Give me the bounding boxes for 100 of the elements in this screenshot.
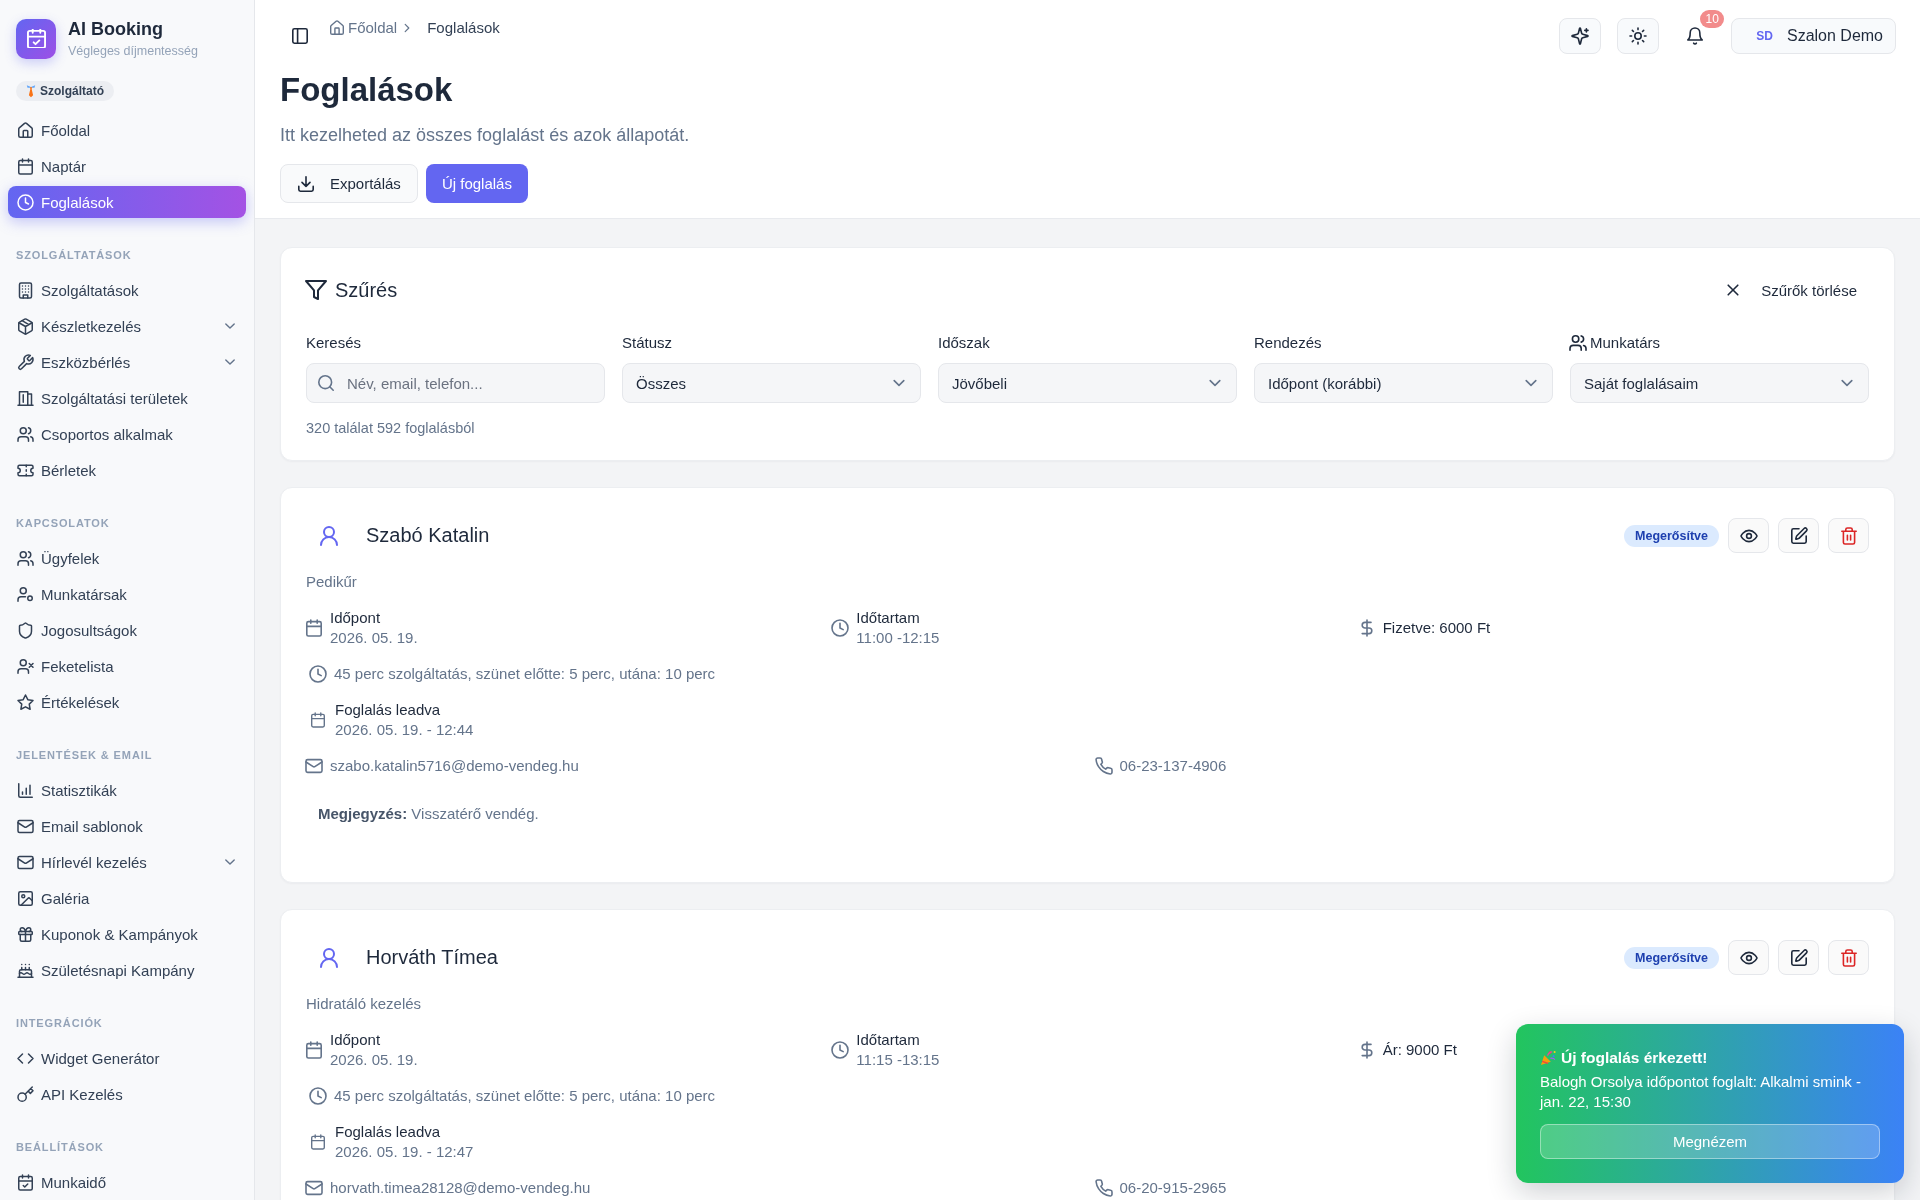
- nav-item[interactable]: Hírlevél kezelés: [8, 846, 246, 878]
- nav-item[interactable]: Értékelések: [8, 686, 246, 718]
- filter-icon: [306, 280, 326, 300]
- new-booking-button[interactable]: Új foglalás: [425, 164, 528, 203]
- select-field[interactable]: Időpont (korábbi): [1254, 363, 1553, 403]
- info-value: 11:00 -12:15: [856, 628, 940, 648]
- edit-button[interactable]: [1778, 940, 1819, 975]
- breadcrumb-link[interactable]: Főoldal: [330, 18, 398, 38]
- info-value: 2026. 05. 19. - 12:47: [335, 1142, 474, 1162]
- nav-item[interactable]: Csoportos alkalmak: [8, 418, 246, 450]
- delete-button[interactable]: [1828, 518, 1869, 553]
- nav-item[interactable]: Ügyfelek: [8, 542, 246, 574]
- nav-item[interactable]: Eszközbérlés: [8, 346, 246, 378]
- edit-icon: [1790, 527, 1807, 544]
- filter-title: Szűrés: [335, 278, 398, 302]
- close-icon: [1725, 282, 1742, 298]
- info-value: 2026. 05. 19.: [330, 628, 418, 648]
- users-icon: [18, 550, 33, 566]
- info-label: Időtartam: [856, 608, 921, 628]
- sun-icon: [1630, 28, 1647, 44]
- clock-icon: [832, 620, 849, 636]
- booking-note: Megjegyzés: Visszatérő vendég.: [317, 804, 540, 824]
- service-name: Pedikűr: [306, 572, 358, 592]
- clock-icon: [18, 194, 33, 210]
- export-button[interactable]: Exportálás: [280, 164, 418, 203]
- nav-item[interactable]: Főoldal: [8, 114, 246, 146]
- role-label: Szolgáltató: [40, 84, 104, 98]
- view-button[interactable]: [1728, 940, 1769, 975]
- customer-name: Szabó Katalin: [366, 524, 490, 547]
- info-label: Időpont: [330, 1030, 382, 1050]
- trash-icon: [1840, 949, 1857, 966]
- delete-button[interactable]: [1828, 940, 1869, 975]
- home-icon: [18, 122, 33, 138]
- service-name: Hidratáló kezelés: [306, 994, 423, 1014]
- dollar-icon: [1358, 620, 1375, 636]
- field-label: Keresés: [306, 333, 362, 353]
- nav-item[interactable]: Szolgáltatási területek: [8, 382, 246, 414]
- nav-item[interactable]: Galéria: [8, 882, 246, 914]
- shield-icon: [18, 622, 33, 638]
- timing-note: 45 perc szolgáltatás, szünet előtte: 5 perc, utána: 10 perc: [334, 1086, 716, 1106]
- page-title: Foglalások: [280, 70, 454, 110]
- nav-item[interactable]: Feketelista: [8, 650, 246, 682]
- home-icon: [330, 21, 344, 35]
- edit-button[interactable]: [1778, 518, 1819, 553]
- nav-item[interactable]: Statisztikák: [8, 774, 246, 806]
- select-field[interactable]: Saját foglalásaim: [1570, 363, 1869, 403]
- gift-icon: [18, 926, 33, 942]
- download-icon: [298, 175, 314, 192]
- section-heading: INTEGRÁCIÓK: [15, 1016, 104, 1031]
- bell-icon: [1687, 28, 1704, 44]
- user-x-icon: [18, 658, 33, 674]
- nav-item[interactable]: Email sablonok: [8, 810, 246, 842]
- eye-icon: [1740, 949, 1757, 966]
- nav-item[interactable]: Foglalások: [8, 186, 246, 218]
- building-icon: [18, 282, 33, 298]
- dollar-icon: [1358, 1042, 1375, 1058]
- nav-item[interactable]: Készletkezelés: [8, 310, 246, 342]
- package-icon: [18, 318, 33, 334]
- nav-item[interactable]: API Kezelés: [8, 1078, 246, 1110]
- nav-item[interactable]: Naptár: [8, 150, 246, 182]
- panel-icon: [292, 28, 308, 44]
- nav-item[interactable]: Bérletek: [8, 454, 246, 486]
- user-ring-icon: [18, 586, 33, 602]
- cake-icon: [18, 962, 33, 978]
- price: Fizetve: 6000 Ft: [1382, 618, 1491, 638]
- info-label: Foglalás leadva: [335, 700, 442, 720]
- party-popper-icon: [1540, 1050, 1556, 1066]
- calendar-check-icon: [16, 18, 56, 59]
- search-field[interactable]: Név, email, telefon...: [306, 363, 605, 403]
- nav-item[interactable]: Kuponok & Kampányok: [8, 918, 246, 950]
- timing-note: 45 perc szolgáltatás, szünet előtte: 5 perc, utána: 10 perc: [334, 664, 716, 684]
- status-badge: Megerősítve: [1624, 946, 1719, 969]
- nav-item[interactable]: Munkaidő: [8, 1166, 246, 1198]
- view-button[interactable]: [1728, 518, 1769, 553]
- calendar-check-icon: [18, 1174, 33, 1190]
- nav-item[interactable]: Születésnapi Kampány: [8, 954, 246, 986]
- field-label: Munkatárs: [1590, 333, 1661, 353]
- nav-item[interactable]: Widget Generátor: [8, 1042, 246, 1074]
- sparkles-button[interactable]: [1559, 18, 1602, 54]
- nav-item[interactable]: Szolgáltatások: [8, 274, 246, 306]
- section-heading: KAPCSOLATOK: [15, 516, 111, 531]
- door-icon: [18, 390, 33, 406]
- status-badge: Megerősítve: [1624, 524, 1719, 547]
- nav-item[interactable]: Jogosultságok: [8, 614, 246, 646]
- select-field[interactable]: Összes: [622, 363, 921, 403]
- clock-icon: [310, 666, 326, 682]
- select-field[interactable]: Jövőbeli: [938, 363, 1237, 403]
- image-icon: [18, 890, 33, 906]
- key-icon: [18, 1086, 33, 1102]
- theme-toggle-button[interactable]: [1617, 18, 1660, 54]
- sparkles-icon: [1572, 28, 1589, 44]
- customer-name: Horváth Tímea: [366, 946, 498, 969]
- page-subtitle: Itt kezelheted az összes foglalást és azok állapotát.: [280, 124, 691, 147]
- nav-item[interactable]: Munkatársak: [8, 578, 246, 610]
- clear-filters-button[interactable]: Szűrők törlése: [1713, 273, 1869, 307]
- info-value: 2026. 05. 19. - 12:44: [335, 720, 474, 740]
- price: Ár: 9000 Ft: [1382, 1040, 1457, 1060]
- calendar-icon: [306, 1042, 322, 1058]
- users-icon: [1570, 335, 1586, 351]
- user-menu-button[interactable]: SD Szalon Demo: [1731, 18, 1896, 54]
